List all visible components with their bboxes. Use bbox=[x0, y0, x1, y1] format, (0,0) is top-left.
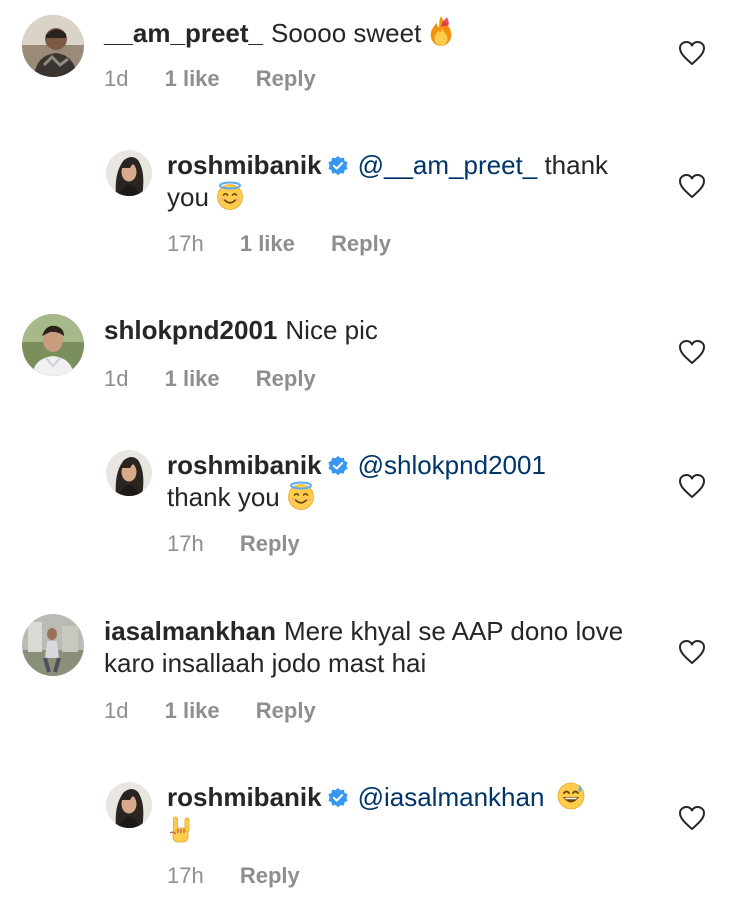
heart-icon[interactable] bbox=[678, 473, 706, 499]
mention-link[interactable]: @iasalmankhan bbox=[358, 782, 545, 812]
reply-button[interactable]: Reply bbox=[331, 231, 391, 256]
comment-meta: 17h Reply bbox=[167, 531, 330, 557]
comment-item: iasalmankhan Mere khyal se AAP dono love … bbox=[0, 600, 744, 740]
comment-text: iasalmankhan Mere khyal se AAP dono love … bbox=[104, 615, 624, 679]
sweat-smile-emoji bbox=[556, 781, 586, 811]
halo-smile-emoji bbox=[286, 481, 316, 511]
comment-username[interactable]: roshmibanik bbox=[167, 450, 322, 480]
avatar[interactable] bbox=[106, 150, 152, 196]
heart-icon[interactable] bbox=[678, 639, 706, 665]
heart-icon[interactable] bbox=[678, 173, 706, 199]
comment-text: roshmibanik @__am_preet_ thank you bbox=[167, 149, 647, 213]
reply-comment-item: roshmibanik @shlokpnd2001 thank you 17h Re… bbox=[0, 440, 744, 580]
comment-likes[interactable]: 1 like bbox=[165, 66, 220, 91]
comment-likes[interactable]: 1 like bbox=[165, 698, 220, 723]
reply-button[interactable]: Reply bbox=[256, 698, 316, 723]
verified-icon bbox=[328, 156, 348, 176]
comment-time: 17h bbox=[167, 531, 204, 556]
heart-icon[interactable] bbox=[678, 40, 706, 66]
avatar[interactable] bbox=[22, 314, 84, 376]
comment-time: 17h bbox=[167, 231, 204, 256]
heart-icon[interactable] bbox=[678, 339, 706, 365]
comment-meta: 1d 1 like Reply bbox=[104, 66, 346, 92]
comment-likes[interactable]: 1 like bbox=[165, 366, 220, 391]
comment-username[interactable]: iasalmankhan bbox=[104, 616, 276, 646]
comment-username[interactable]: shlokpnd2001 bbox=[104, 315, 277, 345]
avatar[interactable] bbox=[22, 15, 84, 77]
comment-username[interactable]: roshmibanik bbox=[167, 150, 322, 180]
verified-icon bbox=[328, 788, 348, 808]
comment-body: Soooo sweet bbox=[271, 18, 422, 48]
avatar[interactable] bbox=[106, 782, 152, 828]
rock-hand-emoji bbox=[167, 814, 193, 844]
comment-text: roshmibanik @iasalmankhan bbox=[167, 781, 647, 845]
reply-comment-item: roshmibanik @__am_preet_ thank you 17h 1 … bbox=[0, 140, 744, 280]
reply-button[interactable]: Reply bbox=[256, 366, 316, 391]
reply-comment-item: roshmibanik @iasalmankhan 17h Reply bbox=[0, 772, 744, 912]
fire-emoji bbox=[427, 15, 455, 47]
comment-time: 1d bbox=[104, 366, 129, 391]
comment-time: 17h bbox=[167, 863, 204, 888]
comment-body: Nice pic bbox=[285, 315, 378, 345]
reply-button[interactable]: Reply bbox=[240, 531, 300, 556]
comment-meta: 17h Reply bbox=[167, 863, 330, 889]
comment-text: roshmibanik @shlokpnd2001 thank you bbox=[167, 449, 647, 513]
comment-meta: 1d 1 like Reply bbox=[104, 698, 346, 724]
mention-link[interactable]: @shlokpnd2001 bbox=[358, 450, 546, 480]
comment-body: thank you bbox=[167, 482, 280, 512]
verified-icon bbox=[328, 456, 348, 476]
comment-item: __am_preet_ Soooo sweet 1d 1 like Reply bbox=[0, 0, 744, 120]
reply-button[interactable]: Reply bbox=[256, 66, 316, 91]
halo-smile-emoji bbox=[215, 181, 245, 211]
avatar[interactable] bbox=[22, 614, 84, 676]
comment-time: 1d bbox=[104, 66, 129, 91]
avatar[interactable] bbox=[106, 450, 152, 496]
comment-meta: 1d 1 like Reply bbox=[104, 366, 346, 392]
comment-likes[interactable]: 1 like bbox=[240, 231, 295, 256]
heart-icon[interactable] bbox=[678, 805, 706, 831]
reply-button[interactable]: Reply bbox=[240, 863, 300, 888]
comment-text: __am_preet_ Soooo sweet bbox=[104, 15, 455, 49]
comment-time: 1d bbox=[104, 698, 129, 723]
comment-username[interactable]: roshmibanik bbox=[167, 782, 322, 812]
comment-text: shlokpnd2001 Nice pic bbox=[104, 314, 378, 346]
comment-meta: 17h 1 like Reply bbox=[167, 231, 421, 257]
comment-username[interactable]: __am_preet_ bbox=[104, 18, 263, 48]
mention-link[interactable]: @__am_preet_ bbox=[358, 150, 538, 180]
comment-item: shlokpnd2001 Nice pic 1d 1 like Reply bbox=[0, 300, 744, 410]
